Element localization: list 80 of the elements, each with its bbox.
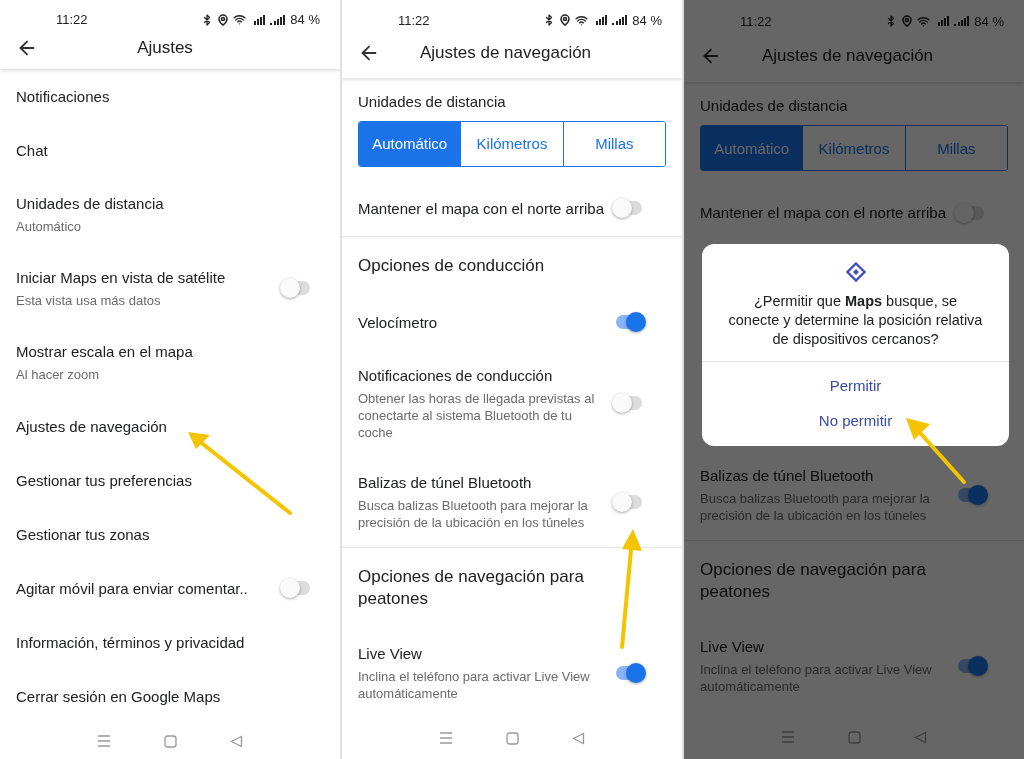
settings-row[interactable]: Notificaciones — [0, 69, 340, 124]
location-icon — [559, 14, 572, 27]
row-title: Gestionar tus zonas — [16, 524, 151, 544]
row-title: Notificaciones de conducción — [358, 365, 554, 385]
settings-row[interactable]: Mostrar escala en el mapa Al hacer zoom — [0, 325, 340, 400]
settings-row[interactable]: Gestionar tus preferencias — [0, 453, 340, 508]
screen-title: Ajustes — [136, 38, 194, 59]
settings-row[interactable]: Live View Inclina el teléfono para activar Live View automáticamente — [342, 627, 682, 718]
dialog-message: ¿Permitir que Maps busque, se conecte y determine la posición relativa de dispositivos cercanos? — [727, 292, 984, 349]
row-title: Iniciar Maps en vista de satélite — [16, 267, 227, 287]
section-heading: Opciones de conducción — [342, 235, 682, 295]
location-icon — [901, 15, 914, 27]
settings-row[interactable]: Cerrar sesión en Google Maps — [0, 669, 340, 724]
menu-icon[interactable] — [780, 731, 795, 743]
settings-row[interactable]: Chat — [0, 123, 340, 178]
row-title: Live View — [700, 637, 765, 656]
back-triangle-icon[interactable] — [230, 734, 244, 748]
home-square-icon[interactable] — [848, 730, 861, 744]
row-subtitle: Al hacer zoom — [16, 365, 101, 383]
screen-title: Ajustes de navegación — [761, 46, 935, 66]
screen-title: Ajustes de navegación — [419, 43, 593, 64]
menu-icon[interactable] — [96, 735, 111, 748]
battery-level: 84 % — [632, 12, 662, 28]
row-title: Notificaciones — [16, 86, 111, 106]
signal-icon — [612, 15, 629, 26]
settings-row[interactable]: Balizas de túnel Bluetooth Busca balizas Bluetooth para mejorar la precisión de la ubicación en los túneles — [342, 456, 682, 547]
row-subtitle: Busca balizas Bluetooth para mejorar la precisión de la ubicación en los túneles — [700, 490, 931, 524]
settings-row[interactable]: Información, términos y privacidad — [0, 615, 340, 670]
row-subtitle: Inclina el teléfono para activar Live View automáticamente — [700, 661, 933, 695]
row-subtitle: Inclina el teléfono para activar Live View automáticamente — [358, 667, 591, 702]
wifi-icon — [575, 13, 589, 27]
section-heading: Opciones de navegación para peatones — [684, 540, 1024, 621]
row-title: Agitar móvil para enviar comentar.. — [16, 578, 249, 598]
settings-row[interactable]: Unidades de distancia Automático — [0, 177, 340, 252]
segment-option[interactable]: Millas — [562, 121, 665, 166]
row-title: Gestionar tus preferencias — [16, 470, 193, 490]
battery-level: 84 % — [290, 12, 320, 27]
row-title: Información, términos y privacidad — [16, 632, 246, 652]
signal-icon — [954, 16, 971, 26]
settings-row[interactable]: Velocímetro — [342, 294, 682, 350]
row-subtitle: Obtener las horas de llegada previstas al conectarte al sistema Bluetooth de tu coche — [358, 389, 596, 441]
row-title: Mostrar escala en el mapa — [16, 341, 194, 361]
row-title: Balizas de túnel Bluetooth — [358, 472, 533, 492]
row-title: Live View — [358, 643, 423, 663]
settings-row[interactable]: Iniciar Maps en vista de satélite Esta vista usa más datos — [0, 251, 340, 326]
dialog-button[interactable]: No permitir — [814, 403, 897, 438]
row-title: Velocímetro — [358, 312, 439, 332]
signal-icon — [270, 14, 287, 25]
home-square-icon[interactable] — [506, 731, 519, 745]
row-subtitle: Esta vista usa más datos — [16, 291, 162, 309]
dialog-button[interactable]: Permitir — [825, 368, 886, 403]
back-triangle-icon[interactable] — [572, 731, 586, 745]
row-title: Ajustes de navegación — [16, 416, 168, 436]
diamond-icon — [845, 262, 866, 282]
segment-option[interactable]: Automático — [359, 121, 461, 166]
settings-row[interactable]: Ajustes de navegación — [0, 399, 340, 454]
row-subtitle: Busca balizas Bluetooth para mejorar la precisión de la ubicación en los túneles — [358, 496, 589, 531]
home-square-icon[interactable] — [164, 734, 177, 748]
row-title: Mantener el mapa con el norte arriba — [700, 203, 947, 222]
status-time: 11:22 — [398, 12, 430, 28]
row-title: Chat — [16, 140, 49, 160]
row-title: Cerrar sesión en Google Maps — [16, 686, 222, 706]
wifi-icon — [917, 14, 931, 28]
settings-row[interactable]: Gestionar tus zonas — [0, 507, 340, 562]
row-title: Unidades de distancia — [16, 193, 165, 213]
battery-level: 84 % — [974, 13, 1004, 29]
field-label: Unidades de distancia — [700, 96, 848, 115]
settings-row[interactable]: Notificaciones de conducción Obtener las horas de llegada previstas al conectarte al sistema Bluetooth de tu coche — [342, 349, 682, 457]
row-title: Mantener el mapa con el norte arriba — [358, 198, 605, 218]
location-icon — [217, 13, 230, 26]
field-label: Unidades de distancia — [358, 91, 506, 111]
wifi-icon — [233, 13, 247, 26]
status-time: 11:22 — [740, 13, 772, 29]
settings-row[interactable]: Mantener el mapa con el norte arriba — [342, 180, 682, 236]
row-title: Balizas de túnel Bluetooth — [700, 466, 875, 485]
back-triangle-icon[interactable] — [914, 730, 928, 744]
settings-row[interactable]: Agitar móvil para enviar comentar.. — [0, 561, 340, 616]
status-time: 11:22 — [56, 12, 88, 27]
row-subtitle: Automático — [16, 217, 83, 235]
menu-icon[interactable] — [438, 732, 453, 745]
